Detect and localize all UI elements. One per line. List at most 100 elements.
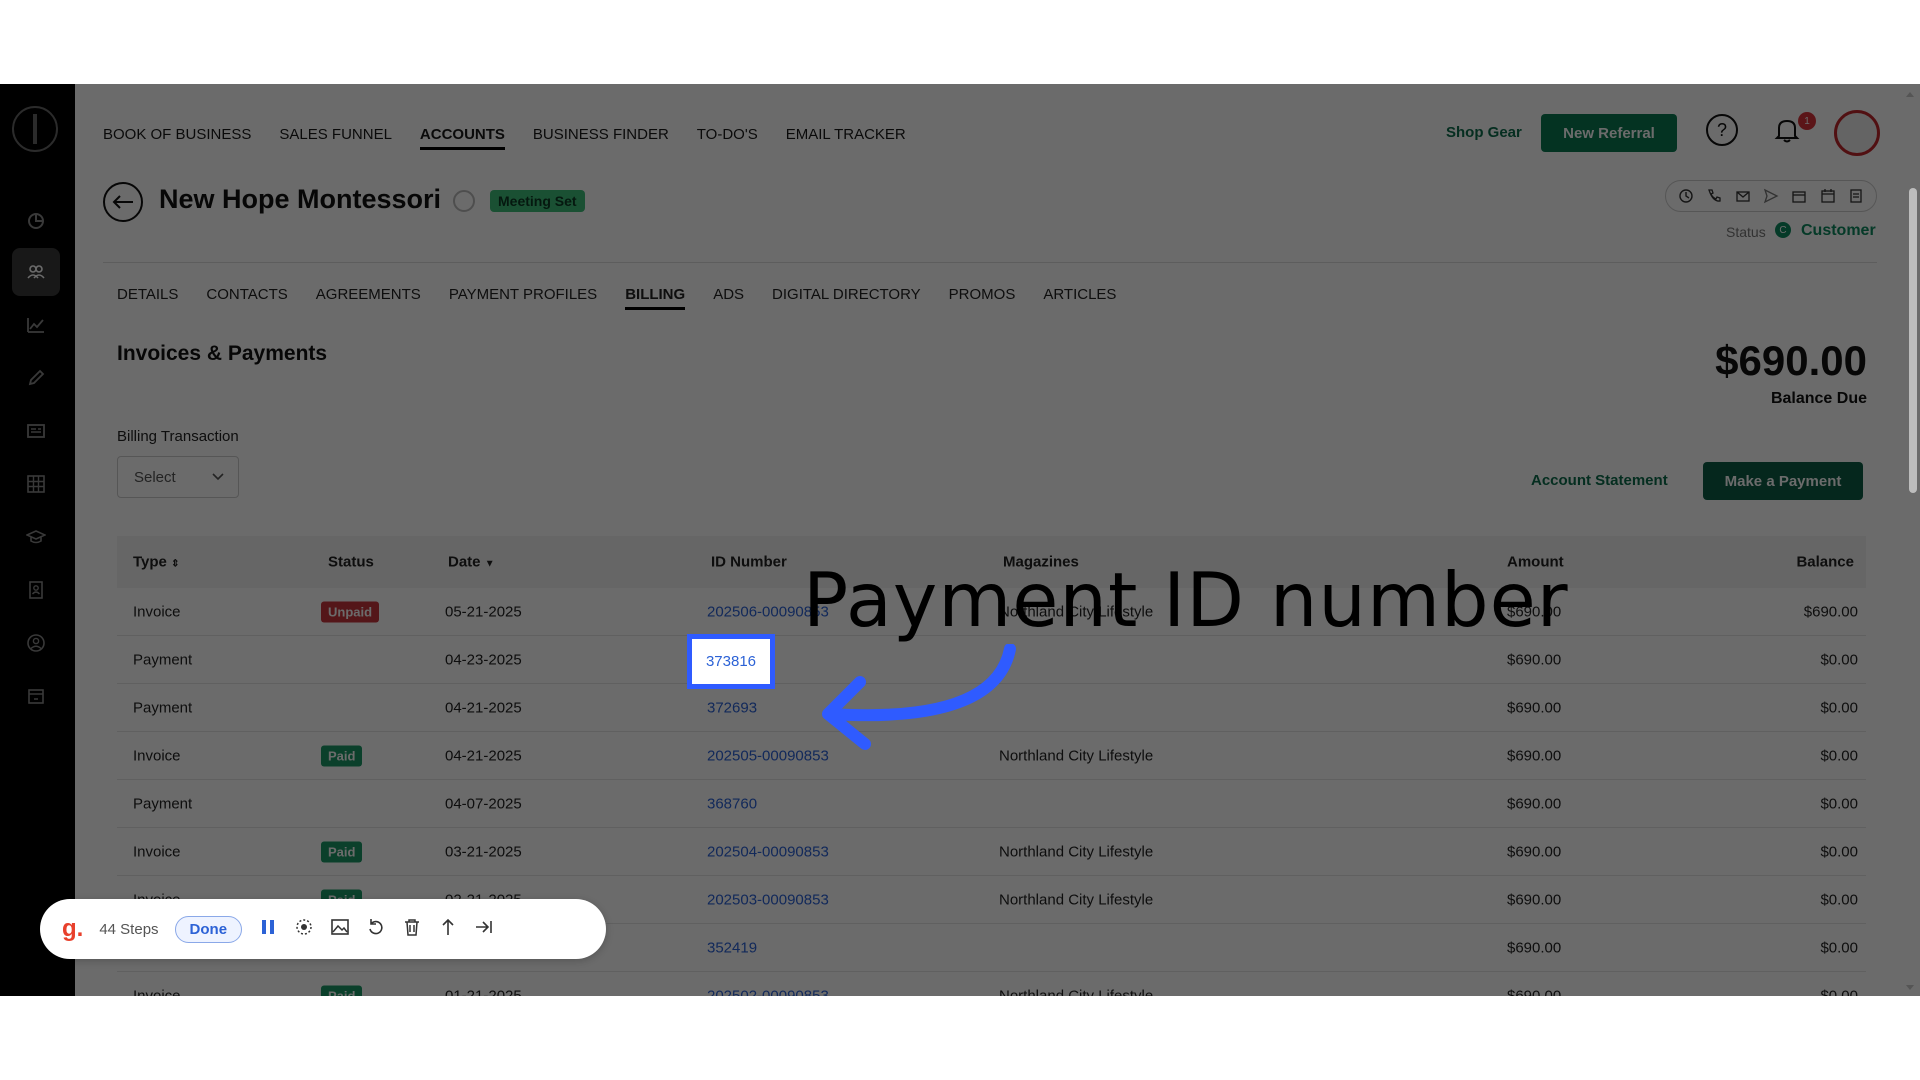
- nav-business-finder[interactable]: BUSINESS FINDER: [533, 126, 669, 150]
- tab-promos[interactable]: PROMOS: [949, 286, 1016, 310]
- cell-date: 05-21-2025: [445, 603, 522, 620]
- tab-articles[interactable]: ARTICLES: [1043, 286, 1116, 310]
- customer-status-icon: C: [1775, 222, 1791, 238]
- mail-icon[interactable]: [1735, 188, 1751, 204]
- cell-balance: $0.00: [1820, 939, 1858, 956]
- grid-icon[interactable]: [12, 460, 60, 508]
- status-value: Customer: [1801, 222, 1876, 239]
- cell-type: Invoice: [133, 843, 181, 860]
- tab-details[interactable]: DETAILS: [117, 286, 178, 310]
- account-tabs: DETAILS CONTACTS AGREEMENTS PAYMENT PROF…: [117, 286, 1116, 310]
- skip-to-end-icon[interactable]: [474, 917, 494, 941]
- header-type[interactable]: Type ⇕: [133, 554, 179, 571]
- account-statement-link[interactable]: Account Statement: [1531, 472, 1668, 489]
- recorder-logo: g.: [62, 915, 84, 942]
- scroll-up-icon[interactable]: [1900, 88, 1920, 100]
- header-id-number: ID Number: [711, 553, 787, 571]
- divider: [103, 262, 1877, 263]
- news-icon[interactable]: [12, 407, 60, 455]
- trash-icon[interactable]: [402, 917, 422, 941]
- step-count: 44 Steps: [99, 920, 159, 938]
- dashboard-icon[interactable]: [12, 197, 60, 245]
- cell-id[interactable]: 352419: [707, 939, 757, 956]
- tab-ads[interactable]: ADS: [713, 286, 744, 310]
- cell-type: Invoice: [133, 603, 181, 620]
- profile-icon[interactable]: [12, 619, 60, 667]
- tab-digital-directory[interactable]: DIGITAL DIRECTORY: [772, 286, 921, 310]
- document-icon[interactable]: [1848, 188, 1864, 204]
- arrow-left-icon: [112, 195, 133, 209]
- nav-email-tracker[interactable]: EMAIL TRACKER: [786, 126, 906, 150]
- cell-amount: $690.00: [1507, 795, 1562, 812]
- table-row: Invoice Paid 01-21-2025 202502-00090853 Nort…: [117, 972, 1866, 996]
- cell-balance: $690.00: [1803, 603, 1858, 620]
- nav-sales-funnel[interactable]: SALES FUNNEL: [279, 126, 392, 150]
- shop-gear-link[interactable]: Shop Gear: [1446, 124, 1522, 141]
- sort-desc-icon: ▼: [484, 558, 495, 570]
- upload-icon[interactable]: [438, 917, 458, 941]
- verified-icon: [453, 190, 475, 212]
- billing-transaction-select[interactable]: Select: [117, 456, 239, 498]
- sidebar: [0, 84, 75, 996]
- phone-icon[interactable]: [1706, 188, 1722, 204]
- nav-accounts[interactable]: ACCOUNTS: [419, 126, 505, 150]
- header-date[interactable]: Date ▼: [448, 554, 495, 571]
- scrollbar-thumb[interactable]: [1909, 188, 1917, 493]
- brand-logo-icon[interactable]: [12, 106, 58, 152]
- cell-amount: $690.00: [1507, 891, 1562, 908]
- cell-id[interactable]: 202502-00090853: [707, 987, 829, 996]
- done-button[interactable]: Done: [174, 915, 243, 943]
- account-title: New Hope Montessori: [159, 184, 442, 214]
- cell-amount: $690.00: [1507, 843, 1562, 860]
- top-nav: BOOK OF BUSINESS SALES FUNNEL ACCOUNTS B…: [103, 126, 906, 150]
- cell-type: Invoice: [133, 987, 181, 996]
- tab-agreements[interactable]: AGREEMENTS: [316, 286, 421, 310]
- cell-magazine: Northland City Lifestyle: [999, 987, 1154, 996]
- nav-todos[interactable]: TO-DO'S: [697, 126, 758, 150]
- new-referral-button[interactable]: New Referral: [1541, 114, 1677, 152]
- analytics-icon[interactable]: [12, 301, 60, 349]
- cell-amount: $690.00: [1507, 987, 1562, 996]
- cell-magazine: Northland City Lifestyle: [999, 843, 1154, 860]
- edit-icon[interactable]: [12, 354, 60, 402]
- education-icon[interactable]: [12, 513, 60, 561]
- history-icon[interactable]: [1678, 188, 1694, 204]
- back-button[interactable]: [103, 182, 143, 222]
- main-content: BOOK OF BUSINESS SALES FUNNEL ACCOUNTS B…: [75, 84, 1920, 996]
- cell-id[interactable]: 202504-00090853: [707, 843, 829, 860]
- cell-date: 04-23-2025: [445, 651, 522, 668]
- store-icon[interactable]: [1791, 188, 1807, 204]
- cell-magazine: Northland City Lifestyle: [999, 891, 1154, 908]
- recorder-toolbar: g. 44 Steps Done: [40, 899, 606, 959]
- balance-label: Balance Due: [1770, 390, 1867, 407]
- table-row: Invoice Paid 03-21-2025 202504-00090853 Nort…: [117, 828, 1866, 876]
- cell-id[interactable]: 368760: [707, 795, 757, 812]
- make-payment-button[interactable]: Make a Payment: [1703, 462, 1863, 500]
- scrollbar[interactable]: [1900, 84, 1920, 996]
- contact-book-icon[interactable]: [12, 566, 60, 614]
- nav-book-of-business[interactable]: BOOK OF BUSINESS: [103, 126, 251, 150]
- tab-billing[interactable]: BILLING: [625, 286, 686, 310]
- store-icon[interactable]: [12, 672, 60, 720]
- calendar-icon[interactable]: [1820, 188, 1836, 204]
- select-value: Select: [134, 468, 176, 486]
- svg-text:?: ?: [1717, 120, 1727, 140]
- status-label: Status: [1726, 224, 1766, 240]
- header-balance: Balance: [1796, 553, 1854, 571]
- cell-id[interactable]: 202503-00090853: [707, 891, 829, 908]
- highlighted-payment-id[interactable]: 373816: [687, 634, 775, 689]
- pause-icon[interactable]: [258, 917, 278, 941]
- send-icon[interactable]: [1763, 188, 1779, 204]
- tab-contacts[interactable]: CONTACTS: [206, 286, 287, 310]
- notification-count-badge: 1: [1798, 112, 1816, 130]
- cell-type: Payment: [133, 795, 193, 812]
- user-avatar[interactable]: [1834, 110, 1880, 156]
- undo-icon[interactable]: [366, 917, 386, 941]
- scroll-down-icon[interactable]: [1900, 982, 1920, 994]
- help-icon[interactable]: ?: [1704, 112, 1740, 148]
- accounts-icon[interactable]: [12, 248, 60, 296]
- tab-payment-profiles[interactable]: PAYMENT PROFILES: [449, 286, 597, 310]
- image-icon[interactable]: [330, 917, 350, 941]
- cell-id[interactable]: 372693: [707, 699, 757, 716]
- blur-icon[interactable]: [294, 917, 314, 941]
